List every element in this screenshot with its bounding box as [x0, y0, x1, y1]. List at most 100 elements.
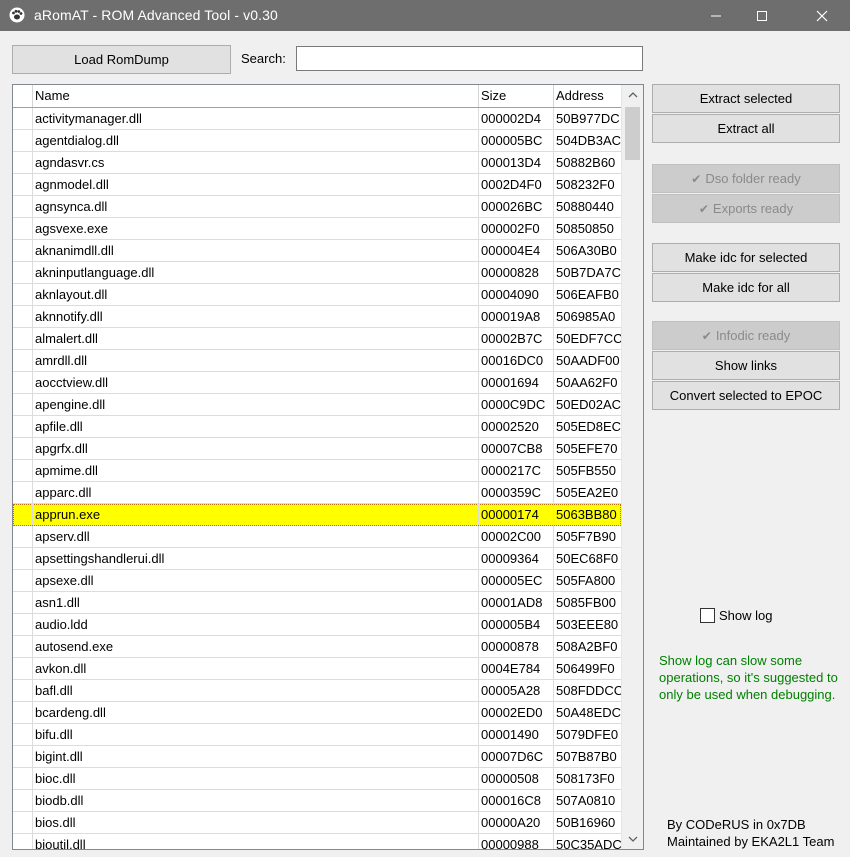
row-selector[interactable] [13, 350, 33, 371]
rom-file-table[interactable]: Name Size Address activitymanager.dll 000… [12, 84, 644, 850]
table-row[interactable]: aocctview.dll 00001694 50AA62F0 [13, 372, 621, 394]
row-selector[interactable] [13, 504, 33, 525]
row-size: 000002F0 [479, 218, 554, 239]
row-selector[interactable] [13, 262, 33, 283]
table-row[interactable]: aknnotify.dll 000019A8 506985A0 [13, 306, 621, 328]
row-selector[interactable] [13, 548, 33, 569]
row-selector[interactable] [13, 482, 33, 503]
checkbox-icon[interactable] [700, 608, 715, 623]
row-name: bifu.dll [33, 724, 479, 745]
row-size: 00001694 [479, 372, 554, 393]
row-selector[interactable] [13, 680, 33, 701]
table-row[interactable]: agentdialog.dll 000005BC 504DB3AC [13, 130, 621, 152]
row-selector[interactable] [13, 636, 33, 657]
row-selector[interactable] [13, 570, 33, 591]
table-row[interactable]: autosend.exe 00000878 508A2BF0 [13, 636, 621, 658]
table-row[interactable]: aknlayout.dll 00004090 506EAFB0 [13, 284, 621, 306]
infodic-ready-label: Infodic ready [715, 328, 791, 343]
table-row[interactable]: apmime.dll 0000217C 505FB550 [13, 460, 621, 482]
row-address: 508232F0 [556, 177, 615, 192]
row-size: 00001AD8 [479, 592, 554, 613]
row-selector[interactable] [13, 174, 33, 195]
table-row[interactable]: agndasvr.cs 000013D4 50882B60 [13, 152, 621, 174]
row-selector[interactable] [13, 460, 33, 481]
search-input[interactable] [296, 46, 643, 71]
vertical-scrollbar[interactable] [621, 85, 643, 849]
table-row[interactable]: biodb.dll 000016C8 507A0810 [13, 790, 621, 812]
row-selector[interactable] [13, 658, 33, 679]
convert-epoc-button[interactable]: Convert selected to EPOC [652, 381, 840, 410]
table-row[interactable]: bigint.dll 00007D6C 507B87B0 [13, 746, 621, 768]
extract-selected-button[interactable]: Extract selected [652, 84, 840, 113]
column-header-name[interactable]: Name [33, 85, 479, 107]
show-log-checkbox[interactable]: Show log [700, 608, 772, 623]
window-title: aRomAT - ROM Advanced Tool - v0.30 [34, 7, 278, 23]
load-romdump-button[interactable]: Load RomDump [12, 45, 231, 74]
close-button[interactable] [799, 0, 845, 31]
table-row[interactable]: bioutil.dll 00000988 50C35ADC [13, 834, 621, 849]
minimize-button[interactable] [693, 0, 739, 31]
table-row[interactable]: bcardeng.dll 00002ED0 50A48EDC [13, 702, 621, 724]
table-row[interactable]: bios.dll 00000A20 50B16960 [13, 812, 621, 834]
row-selector[interactable] [13, 108, 33, 129]
show-links-button[interactable]: Show links [652, 351, 840, 380]
row-selector[interactable] [13, 196, 33, 217]
maximize-button[interactable] [739, 0, 785, 31]
make-idc-all-button[interactable]: Make idc for all [652, 273, 840, 302]
row-selector[interactable] [13, 724, 33, 745]
table-row[interactable]: agnsynca.dll 000026BC 50880440 [13, 196, 621, 218]
row-selector[interactable] [13, 284, 33, 305]
row-selector[interactable] [13, 592, 33, 613]
table-row[interactable]: apfile.dll 00002520 505ED8EC [13, 416, 621, 438]
table-row[interactable]: aknanimdll.dll 000004E4 506A30B0 [13, 240, 621, 262]
row-address: 50B16960 [556, 815, 616, 830]
row-selector[interactable] [13, 240, 33, 261]
table-row[interactable]: amrdll.dll 00016DC0 50AADF00 [13, 350, 621, 372]
row-selector[interactable] [13, 614, 33, 635]
table-row[interactable]: apserv.dll 00002C00 505F7B90 [13, 526, 621, 548]
row-selector[interactable] [13, 416, 33, 437]
table-row[interactable]: asn1.dll 00001AD8 5085FB00 [13, 592, 621, 614]
row-selector[interactable] [13, 768, 33, 789]
table-row[interactable]: bifu.dll 00001490 5079DFE0 [13, 724, 621, 746]
column-header-size[interactable]: Size [479, 85, 554, 107]
make-idc-selected-button[interactable]: Make idc for selected [652, 243, 840, 272]
row-selector[interactable] [13, 372, 33, 393]
row-selector[interactable] [13, 394, 33, 415]
column-header-address[interactable]: Address [554, 85, 621, 107]
table-row[interactable]: apparc.dll 0000359C 505EA2E0 [13, 482, 621, 504]
row-selector[interactable] [13, 790, 33, 811]
table-row[interactable]: bioc.dll 00000508 508173F0 [13, 768, 621, 790]
row-selector[interactable] [13, 130, 33, 151]
table-row[interactable]: avkon.dll 0004E784 506499F0 [13, 658, 621, 680]
table-row[interactable]: akninputlanguage.dll 00000828 50B7DA7C [13, 262, 621, 284]
extract-all-button[interactable]: Extract all [652, 114, 840, 143]
row-selector[interactable] [13, 812, 33, 833]
table-row[interactable]: agnmodel.dll 0002D4F0 508232F0 [13, 174, 621, 196]
table-row[interactable]: apsexe.dll 000005EC 505FA800 [13, 570, 621, 592]
row-selector[interactable] [13, 834, 33, 849]
row-selector[interactable] [13, 218, 33, 239]
row-selector[interactable] [13, 328, 33, 349]
row-selector[interactable] [13, 152, 33, 173]
row-selector[interactable] [13, 746, 33, 767]
table-row[interactable]: apgrfx.dll 00007CB8 505EFE70 [13, 438, 621, 460]
scrollbar-thumb[interactable] [625, 107, 640, 160]
table-row[interactable]: apsettingshandlerui.dll 00009364 50EC68F0 [13, 548, 621, 570]
row-selector[interactable] [13, 306, 33, 327]
row-selector[interactable] [13, 438, 33, 459]
table-row[interactable]: apprun.exe 00000174 5063BB80 [13, 504, 621, 526]
table-row[interactable]: bafl.dll 00005A28 508FDDCC [13, 680, 621, 702]
row-address: 50EDF7CC [556, 331, 621, 346]
row-size: 000005EC [479, 570, 554, 591]
scroll-up-button[interactable] [622, 85, 643, 105]
row-selector[interactable] [13, 702, 33, 723]
table-row[interactable]: activitymanager.dll 000002D4 50B977DC [13, 108, 621, 130]
table-row[interactable]: apengine.dll 0000C9DC 50ED02AC [13, 394, 621, 416]
table-row[interactable]: agsvexe.exe 000002F0 50850850 [13, 218, 621, 240]
title-bar[interactable]: aRomAT - ROM Advanced Tool - v0.30 [0, 0, 850, 31]
row-selector[interactable] [13, 526, 33, 547]
table-row[interactable]: almalert.dll 00002B7C 50EDF7CC [13, 328, 621, 350]
table-row[interactable]: audio.ldd 000005B4 503EEE80 [13, 614, 621, 636]
scroll-down-button[interactable] [622, 829, 643, 849]
